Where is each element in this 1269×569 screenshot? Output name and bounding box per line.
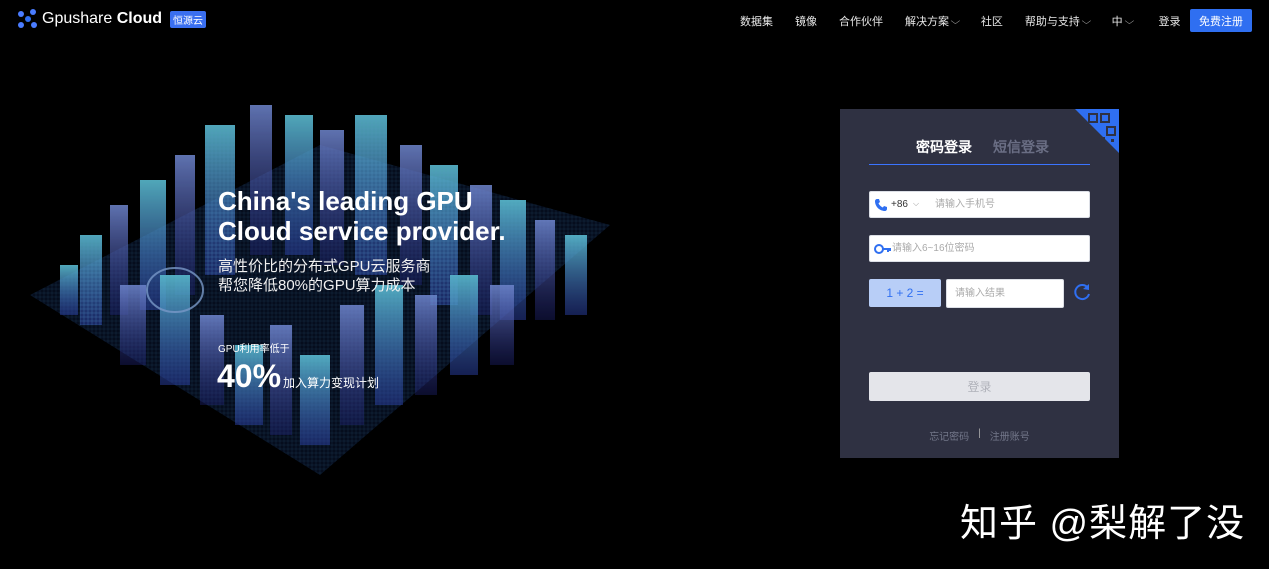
login-button[interactable]: 登录	[869, 372, 1090, 401]
brand-name: Gpushare Cloud	[42, 10, 163, 27]
stat-link[interactable]: 加入算力变现计划	[283, 374, 379, 391]
login-tabs: 密码登录 短信登录	[869, 137, 1090, 165]
nav-item-help[interactable]: 帮助与支持 ⌵	[1025, 13, 1092, 29]
hero-subtitle-line: 高性价比的分布式GPU云服务商	[218, 258, 431, 275]
nav-item-community[interactable]: 社区	[981, 13, 1003, 29]
register-link[interactable]: 注册账号	[990, 428, 1030, 443]
hero-title: China's leading GPU Cloud service provid…	[218, 186, 538, 246]
nav-item-images[interactable]: 镜像	[795, 13, 817, 29]
hero-title-line: China's leading GPU	[218, 186, 473, 216]
chevron-down-icon[interactable]: ⌵	[913, 199, 919, 209]
login-links: 忘记密码 | 注册账号	[840, 428, 1119, 443]
stat-value: 40%	[217, 358, 282, 394]
forgot-password-link[interactable]: 忘记密码	[929, 428, 969, 443]
tab-sms-login[interactable]: 短信登录	[993, 137, 1049, 157]
stat-row[interactable]: 40% 加入算力变现计划	[217, 358, 379, 395]
hero-subtitle-line: 帮您降低80%的GPU算力成本	[218, 277, 416, 294]
captcha-answer-input[interactable]	[955, 280, 1055, 307]
link-separator: |	[978, 428, 981, 439]
refresh-icon[interactable]	[1072, 282, 1092, 302]
tab-password-login[interactable]: 密码登录	[916, 137, 972, 157]
chevron-down-icon: ⌵	[950, 15, 961, 26]
password-field	[869, 235, 1090, 262]
chevron-down-icon: ⌵	[1081, 15, 1092, 26]
nav-item-datasets[interactable]: 数据集	[740, 13, 773, 29]
watermark: 知乎 @梨解了没	[960, 503, 1246, 545]
nav-item-solutions[interactable]: 解决方案 ⌵	[905, 13, 961, 29]
hero-subtitle: 高性价比的分布式GPU云服务商 帮您降低80%的GPU算力成本	[218, 257, 431, 295]
logo-icon	[18, 9, 38, 29]
chevron-down-icon: ⌵	[1124, 15, 1134, 26]
stat-label: GPU利用率低于	[218, 344, 290, 355]
signup-button[interactable]: 免费注册	[1190, 9, 1252, 32]
captcha-question[interactable]: 1 + 2 =	[869, 279, 941, 307]
nav-menu: 数据集 镜像 合作伙伴 解决方案 ⌵ 社区 帮助与支持 ⌵ 中 ⌵ 登录	[740, 13, 1202, 29]
language-switch[interactable]: 中 ⌵	[1112, 13, 1134, 29]
phone-icon	[875, 199, 887, 211]
phone-input[interactable]	[935, 192, 1085, 217]
brand-badge: 恒源云	[170, 10, 207, 28]
brand-logo[interactable]: Gpushare Cloud 恒源云	[18, 9, 207, 29]
nav-login-link[interactable]: 登录	[1158, 13, 1180, 29]
captcha-answer-field	[946, 279, 1064, 308]
phone-field: +86 ⌵	[869, 191, 1090, 218]
country-code-select[interactable]: +86	[891, 199, 908, 210]
hero-title-line: Cloud service provider.	[218, 216, 506, 246]
password-input[interactable]	[892, 236, 1082, 261]
nav-item-partners[interactable]: 合作伙伴	[839, 13, 883, 29]
key-icon	[874, 244, 891, 254]
login-panel: 密码登录 短信登录 +86 ⌵ 1 + 2 = 登录 忘记密码 | 注册账号	[840, 109, 1119, 458]
top-nav: Gpushare Cloud 恒源云 数据集 镜像 合作伙伴 解决方案 ⌵ 社区 …	[0, 0, 1269, 42]
